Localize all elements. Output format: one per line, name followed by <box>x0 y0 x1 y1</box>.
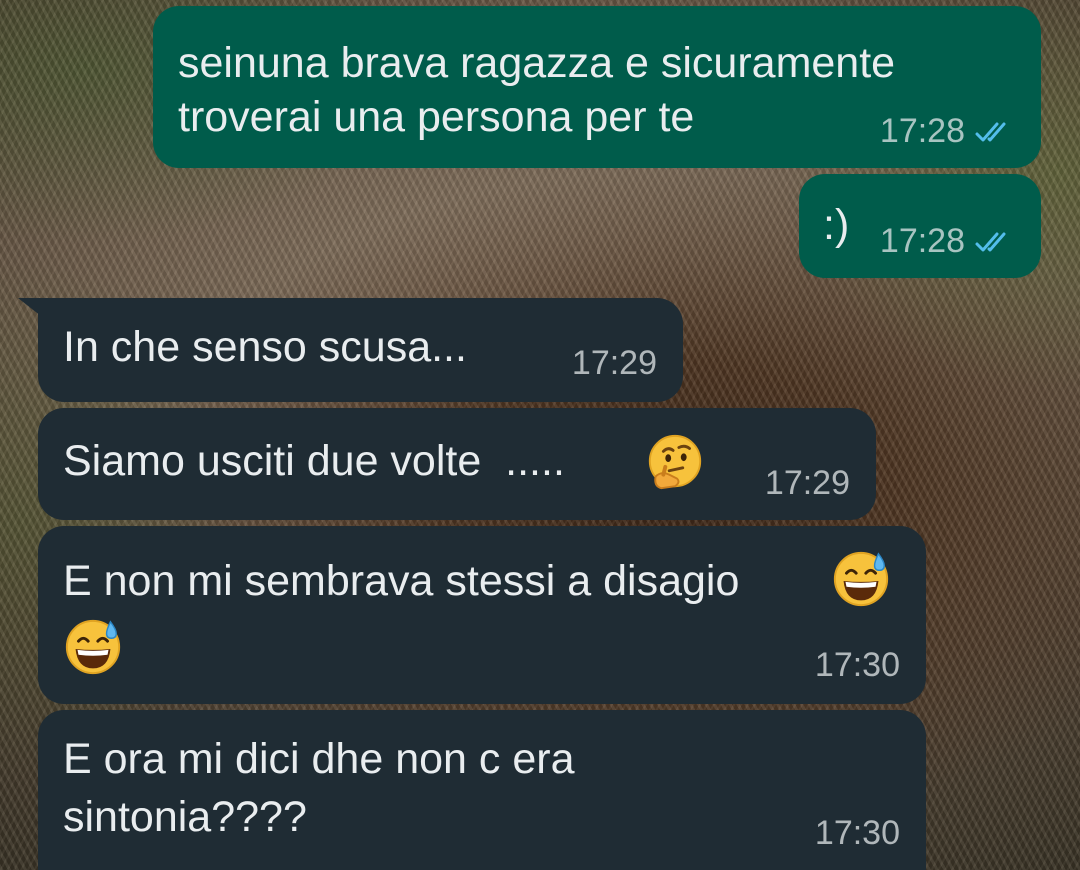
message-meta: 17:29 <box>765 464 850 503</box>
incoming-message-bubble[interactable]: Siamo usciti due volte ..... 17:29 <box>38 408 876 520</box>
thinking-face-emoji <box>648 434 702 490</box>
grinning-face-with-sweat-emoji <box>65 619 121 675</box>
message-time: 17:29 <box>764 464 850 502</box>
message-text-line: seinuna brava ragazza e sicuramente <box>178 39 896 87</box>
incoming-message-bubble[interactable]: E non mi sembrava stessi a disagio 17:30 <box>38 526 926 704</box>
message-meta: 17:29 <box>572 344 657 383</box>
message-meta: 17:30 <box>815 814 900 853</box>
message-time: 17:29 <box>571 344 657 382</box>
message-meta: 17:30 <box>815 646 900 685</box>
message-text-line: Siamo usciti due volte ..... <box>63 437 565 485</box>
message-time: 17:30 <box>814 646 900 684</box>
message-text-line: E ora mi dici dhe non c era <box>63 735 575 783</box>
message-text-line: E non mi sembrava stessi a disagio <box>63 557 740 605</box>
message-time: 17:30 <box>814 814 900 852</box>
incoming-message-bubble[interactable]: In che senso scusa... 17:29 <box>38 298 683 402</box>
message-text-line: :) <box>823 201 850 249</box>
outgoing-message-bubble[interactable]: seinuna brava ragazza e sicuramente trov… <box>153 6 1041 168</box>
message-time: 17:28 <box>879 112 965 150</box>
message-meta: 17:28 <box>880 222 1017 261</box>
incoming-message-bubble[interactable]: E ora mi dici dhe non c era sintonia????… <box>38 710 926 870</box>
message-text-line: sintonia???? <box>63 793 307 841</box>
grinning-face-with-sweat-emoji <box>833 551 889 607</box>
double-check-read-icon <box>973 119 1017 145</box>
double-check-read-icon <box>973 229 1017 255</box>
message-text-line: troverai una persona per te <box>178 93 695 141</box>
message-text-line: In che senso scusa... <box>63 323 467 371</box>
message-time: 17:28 <box>879 222 965 260</box>
outgoing-message-bubble[interactable]: :) 17:28 <box>799 174 1041 278</box>
message-meta: 17:28 <box>880 112 1017 151</box>
